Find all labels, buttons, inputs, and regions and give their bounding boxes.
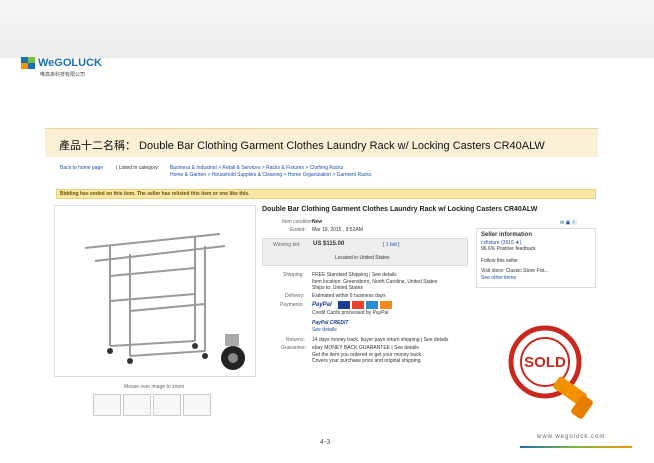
condition-label: Item condition: — [282, 219, 315, 225]
logo-subtitle: 唯高來科技有限公司 — [40, 72, 86, 78]
ended-value: Mar 19, 2015 , 9:52AM — [312, 227, 363, 233]
delivery-label: Delivery: — [285, 293, 305, 299]
follow-seller[interactable]: Follow this seller — [481, 258, 518, 264]
breadcrumb-2[interactable]: Home & Garden > Household Supplies & Cle… — [170, 172, 371, 178]
footer-line — [520, 446, 632, 448]
seller-info-title: Seller information — [481, 232, 533, 238]
winning-bid-label: Winning bid: — [273, 242, 301, 248]
ended-label: Ended: — [290, 227, 306, 233]
thumbnail[interactable] — [153, 394, 181, 416]
ships-to: Ships to: United States — [312, 285, 363, 291]
bid-count-link[interactable]: [ 1 bid ] — [383, 242, 399, 248]
ended-banner: Bidding has ended on this item. The sell… — [56, 189, 596, 199]
see-other-items[interactable]: See other items — [481, 275, 516, 281]
seller-panel: Seller information cxfixture (3916 ★) 96… — [476, 228, 596, 288]
located-text: Located in United States — [335, 255, 390, 261]
footer-url: www.wegoluck.com — [537, 434, 606, 440]
slide: WeGOLUCK 唯高來科技有限公司 產品十二名稱： Double Bar Cl… — [0, 0, 654, 463]
thumbnail[interactable] — [123, 394, 151, 416]
paypal-logo: PayPal — [312, 302, 332, 308]
wegoluck-logo: WeGOLUCK 唯高來科技有限公司 — [20, 55, 102, 79]
paypal-credit: PayPal CREDIT — [312, 320, 349, 326]
winning-bid-value: US $115.00 — [313, 241, 345, 247]
sold-stamp-icon: SOLD — [508, 325, 593, 419]
visit-store[interactable]: Visit store: Classic Store Fixt... — [481, 268, 549, 274]
bid-box: Winning bid: US $115.00 [ 1 bid ] Locate… — [262, 238, 468, 266]
guarantee-label: Guarantee: — [281, 345, 307, 351]
page-number: 4-3 — [320, 439, 331, 446]
product-heading: 產品十二名稱： Double Bar Clothing Garment Clot… — [59, 140, 545, 152]
condition-value: New — [312, 219, 323, 225]
breadcrumb-1[interactable]: Business & Industrial > Retail & Service… — [170, 165, 343, 171]
ended-banner-text: Bidding has ended on this item. The sell… — [60, 191, 250, 197]
thumbnail[interactable] — [93, 394, 121, 416]
logo-text: WeGOLUCK — [38, 57, 102, 69]
seller-feedback: 96.6% Positive feedback — [481, 246, 536, 252]
guarantee-sub-2: Covers your purchase price and original … — [312, 358, 422, 364]
thumbnail[interactable] — [183, 394, 211, 416]
product-heading-bar: 產品十二名稱： Double Bar Clothing Garment Clot… — [45, 128, 598, 157]
logo-icon — [21, 57, 35, 69]
shipping-value: FREE Standard Shipping | See details — [312, 272, 397, 278]
back-link[interactable]: Back to home page — [60, 165, 103, 171]
returns-value: 14 days money back, buyer pays return sh… — [312, 337, 449, 343]
thumbnail-strip — [93, 394, 243, 416]
product-image[interactable] — [54, 205, 256, 377]
guarantee-value: ebay MONEY BACK GUARANTEE | See details — [312, 345, 419, 351]
zoom-hint: Mouse over image to zoom — [124, 384, 185, 390]
share-icons[interactable]: ✉ ▣ ⓟ — [560, 219, 577, 226]
payments-label: Payments: — [280, 302, 304, 308]
returns-label: Returns: — [286, 337, 305, 343]
listed-in-label: | Listed in category: — [116, 165, 160, 171]
delivery-value: Estimated within 6 business days — [312, 293, 386, 299]
sold-text: SOLD — [524, 354, 566, 371]
credit-cards-note: Credit Cards processed by PayPal — [312, 310, 389, 316]
header-band — [0, 0, 654, 58]
see-details-link[interactable]: See details — [312, 327, 337, 333]
shipping-label: Shipping: — [283, 272, 304, 278]
listing-title: Double Bar Clothing Garment Clothes Laun… — [262, 206, 538, 213]
clothing-rack-image — [84, 233, 245, 370]
card-icons — [338, 301, 398, 309]
